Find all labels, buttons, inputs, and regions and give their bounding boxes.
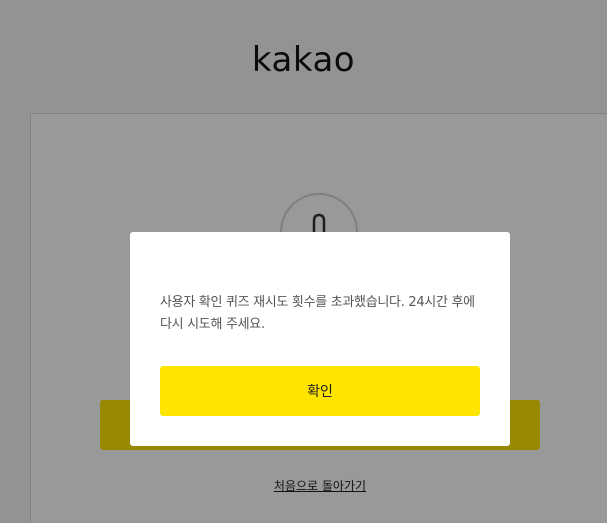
alert-dialog: 사용자 확인 퀴즈 재시도 횟수를 초과했습니다. 24시간 후에 다시 시도해… xyxy=(130,232,510,446)
kakao-verification-page: kakao 처음으로 돌아가기 사용자 확인 퀴즈 재시도 횟수를 초과했습니다… xyxy=(0,0,607,523)
alert-message: 사용자 확인 퀴즈 재시도 횟수를 초과했습니다. 24시간 후에 다시 시도해… xyxy=(160,292,480,336)
alert-message-line-1: 사용자 확인 퀴즈 재시도 횟수를 초과했습니다. 24시간 후에 xyxy=(160,295,475,310)
confirm-button[interactable]: 확인 xyxy=(160,366,480,416)
alert-message-line-2: 다시 시도해 주세요. xyxy=(160,317,265,332)
